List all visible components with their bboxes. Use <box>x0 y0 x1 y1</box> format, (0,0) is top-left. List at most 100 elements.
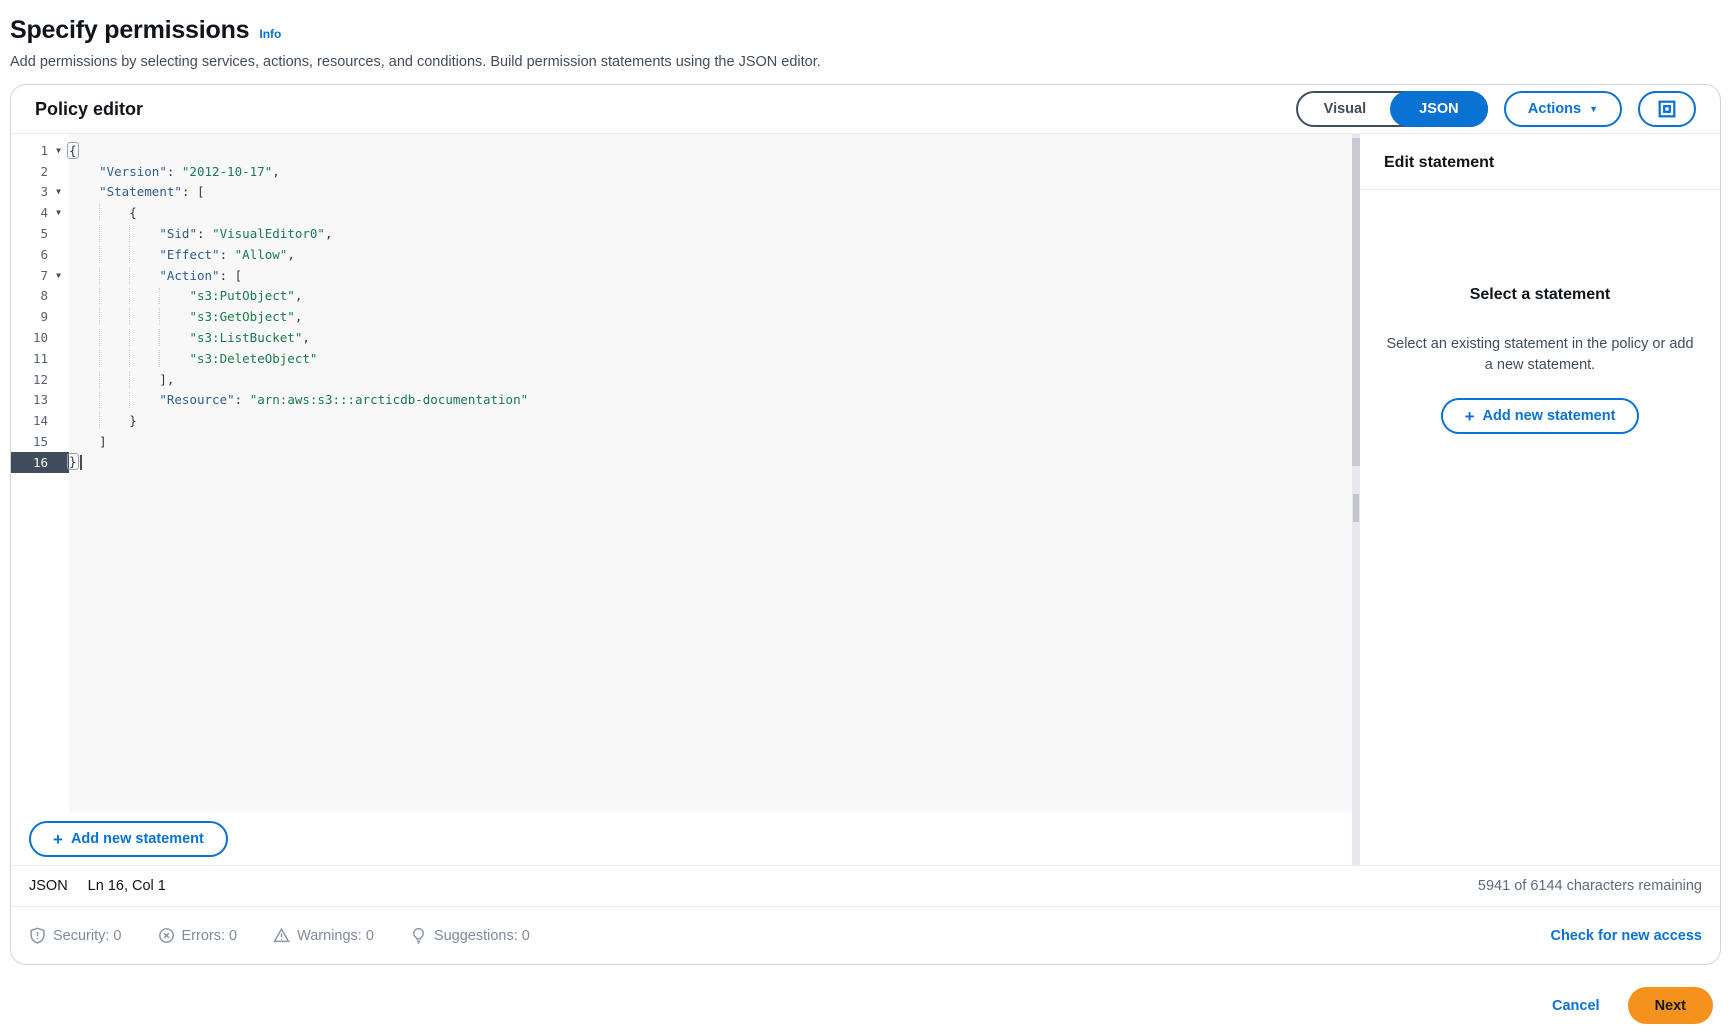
line-gutter: 13 <box>11 390 69 411</box>
line-number: 1 <box>11 143 48 158</box>
statement-empty-state: Select a statement Select an existing st… <box>1360 286 1720 434</box>
cancel-button[interactable]: Cancel <box>1552 998 1600 1014</box>
warning-findings: Warnings: 0 <box>273 927 374 944</box>
error-circle-icon <box>158 927 175 944</box>
tab-json[interactable]: JSON <box>1390 91 1488 127</box>
code-line-7[interactable]: 7▼"Action": [ <box>11 265 1352 286</box>
code-line-6[interactable]: 6"Effect": "Allow", <box>11 244 1352 265</box>
check-for-new-access-link[interactable]: Check for new access <box>1550 928 1702 944</box>
editor-scrollbar-thumb[interactable] <box>1352 138 1360 466</box>
code-content: "s3:DeleteObject" <box>69 348 1352 369</box>
empty-state-title: Select a statement <box>1384 286 1696 304</box>
page-header: Specify permissions Info Add permissions… <box>0 0 1731 70</box>
code-line-12[interactable]: 12], <box>11 369 1352 390</box>
line-gutter: 8 <box>11 286 69 307</box>
header-controls: Visual JSON Actions ▼ <box>1296 91 1696 127</box>
suggestion-bulb-icon <box>410 927 427 944</box>
line-gutter: 6 <box>11 244 69 265</box>
line-gutter: 3▼ <box>11 182 69 203</box>
line-gutter: 5 <box>11 223 69 244</box>
fold-toggle-icon[interactable]: ▼ <box>48 187 69 196</box>
line-number: 11 <box>11 351 48 366</box>
code-content: ] <box>69 431 1352 452</box>
code-content: "s3:PutObject", <box>69 286 1352 307</box>
visual-json-toggle: Visual JSON <box>1296 91 1488 127</box>
code-line-8[interactable]: 8"s3:PutObject", <box>11 286 1352 307</box>
actions-button-label: Actions <box>1528 101 1581 117</box>
code-line-1[interactable]: 1▼{ <box>11 140 1352 161</box>
expand-editor-button[interactable] <box>1638 91 1696 127</box>
line-gutter: 9 <box>11 306 69 327</box>
info-link[interactable]: Info <box>259 27 281 41</box>
code-content: { <box>69 202 1352 223</box>
splitter-grip-icon <box>1354 494 1359 522</box>
plus-icon: + <box>1465 408 1475 425</box>
editor-column: 1▼{2"Version": "2012-10-17",3▼"Statement… <box>11 134 1352 865</box>
line-number: 14 <box>11 413 48 428</box>
editor-status-bar: JSON Ln 16, Col 1 5941 of 6144 character… <box>11 865 1720 906</box>
line-number: 9 <box>11 309 48 324</box>
line-gutter: 15 <box>11 431 69 452</box>
code-content: "s3:GetObject", <box>69 306 1352 327</box>
error-findings: Errors: 0 <box>158 927 238 944</box>
code-content: "Version": "2012-10-17", <box>69 161 1352 182</box>
code-line-11[interactable]: 11 "s3:DeleteObject" <box>11 348 1352 369</box>
add-new-statement-button-bottom[interactable]: + Add new statement <box>29 821 228 857</box>
security-shield-icon <box>29 927 46 944</box>
text-cursor <box>80 455 82 470</box>
line-number: 15 <box>11 434 48 449</box>
suggestions-count-label: Suggestions: 0 <box>434 928 530 944</box>
validation-bar: Security: 0 Errors: 0 Warnings: 0 <box>11 906 1720 964</box>
fold-toggle-icon[interactable]: ▼ <box>48 271 69 280</box>
next-button[interactable]: Next <box>1628 987 1713 1024</box>
line-number: 12 <box>11 372 48 387</box>
actions-button[interactable]: Actions ▼ <box>1504 91 1622 127</box>
code-line-10[interactable]: 10 "s3:ListBucket", <box>11 327 1352 348</box>
code-line-9[interactable]: 9 "s3:GetObject", <box>11 306 1352 327</box>
code-content: "Resource": "arn:aws:s3:::arcticdb-docum… <box>69 390 1352 411</box>
line-gutter: 14 <box>11 410 69 431</box>
fold-toggle-icon[interactable]: ▼ <box>48 146 69 155</box>
suggestion-findings: Suggestions: 0 <box>410 927 530 944</box>
code-content: "Sid": "VisualEditor0", <box>69 223 1352 244</box>
policy-editor-card: Policy editor Visual JSON Actions ▼ 1▼{2… <box>10 84 1721 965</box>
fold-toggle-icon[interactable]: ▼ <box>48 208 69 217</box>
json-code-editor[interactable]: 1▼{2"Version": "2012-10-17",3▼"Statement… <box>11 134 1352 813</box>
line-number: 13 <box>11 392 48 407</box>
code-line-4[interactable]: 4▼{ <box>11 202 1352 223</box>
code-content: "s3:ListBucket", <box>69 327 1352 348</box>
line-gutter: 16 <box>11 452 69 473</box>
expand-icon <box>1658 100 1676 118</box>
line-gutter: 12 <box>11 369 69 390</box>
code-content: { <box>69 140 1352 161</box>
line-number: 2 <box>11 164 48 179</box>
editor-panel-splitter[interactable] <box>1352 134 1360 865</box>
plus-icon: + <box>53 831 63 848</box>
line-number: 3 <box>11 184 48 199</box>
line-gutter: 4▼ <box>11 202 69 223</box>
cursor-position: Ln 16, Col 1 <box>88 878 166 894</box>
code-line-3[interactable]: 3▼"Statement": [ <box>11 182 1352 203</box>
code-content: ], <box>69 369 1352 390</box>
add-new-statement-button-panel[interactable]: + Add new statement <box>1441 398 1640 434</box>
code-line-5[interactable]: 5"Sid": "VisualEditor0", <box>11 223 1352 244</box>
line-gutter: 7▼ <box>11 265 69 286</box>
warning-triangle-icon <box>273 927 290 944</box>
edit-statement-panel: Edit statement Select a statement Select… <box>1360 134 1720 865</box>
code-line-13[interactable]: 13 "Resource": "arn:aws:s3:::arcticdb-doc… <box>11 390 1352 411</box>
security-count-label: Security: 0 <box>53 928 122 944</box>
code-line-2[interactable]: 2 "Version": "2012-10-17", <box>11 161 1352 182</box>
code-line-16[interactable]: 16} <box>11 452 1352 473</box>
line-number: 16 <box>11 455 48 470</box>
policy-editor-title: Policy editor <box>35 99 143 120</box>
page-subtitle: Add permissions by selecting services, a… <box>10 54 1715 70</box>
add-new-statement-label: Add new statement <box>1483 408 1616 424</box>
errors-count-label: Errors: 0 <box>182 928 238 944</box>
chevron-down-icon: ▼ <box>1589 104 1598 114</box>
code-line-14[interactable]: 14} <box>11 410 1352 431</box>
code-line-15[interactable]: 15] <box>11 431 1352 452</box>
line-number: 10 <box>11 330 48 345</box>
tab-visual[interactable]: Visual <box>1298 93 1392 125</box>
line-number: 6 <box>11 247 48 262</box>
line-gutter: 2 <box>11 161 69 182</box>
